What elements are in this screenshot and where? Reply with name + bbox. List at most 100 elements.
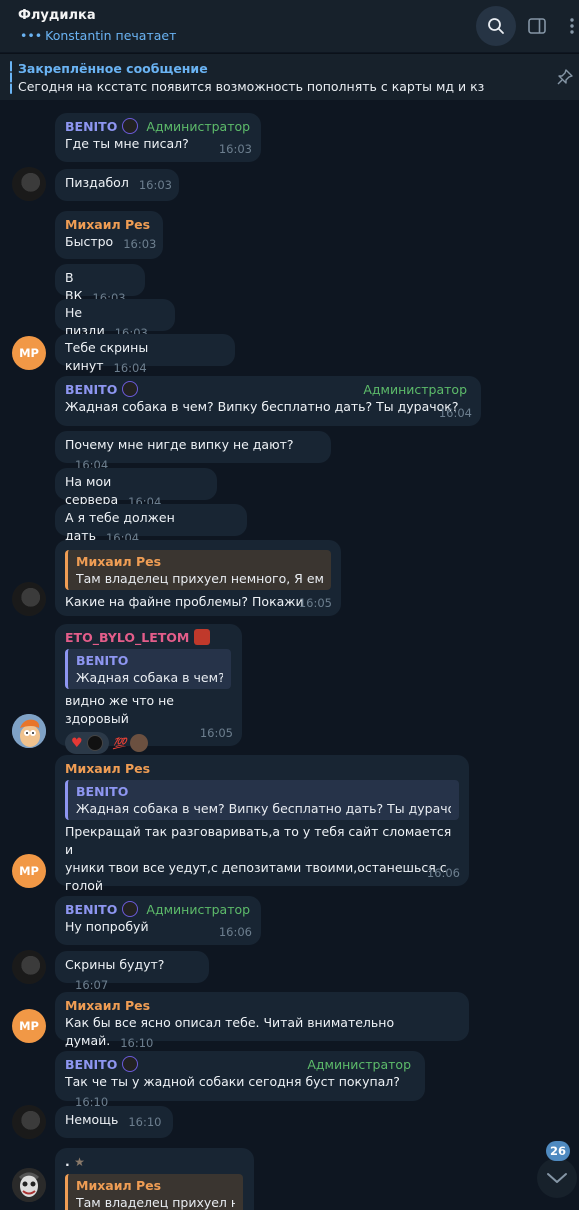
admin-badge: Администратор xyxy=(363,382,467,397)
sender-name: Михаил Pes xyxy=(65,761,151,776)
avatar[interactable] xyxy=(12,714,46,748)
message-text: Немощь 16:10 xyxy=(65,1111,163,1131)
message-text-line: уники твои все уедут,с депозитами твоими… xyxy=(65,860,447,893)
message-bubble[interactable]: Михаил Pes Быстро 16:03 xyxy=(55,211,163,259)
devil-emoji-icon xyxy=(193,629,210,645)
sender-avatar-emoji xyxy=(121,381,138,397)
message-text-content: Быстро xyxy=(65,234,114,249)
message-bubble[interactable]: Немощь 16:10 xyxy=(55,1106,173,1138)
avatar[interactable] xyxy=(12,1168,46,1202)
message-list[interactable]: BENITO Администратор Где ты мне писал? 1… xyxy=(0,100,579,1210)
message-bubble[interactable]: ETO_BYLO_LETOM BENITO Жадная собака в че… xyxy=(55,624,242,754)
sender-name: BENITO xyxy=(65,902,118,917)
avatar[interactable] xyxy=(12,950,46,984)
typing-indicator: ••• Konstantin печатает xyxy=(20,28,176,43)
search-icon xyxy=(488,18,504,34)
quote-sender: BENITO xyxy=(76,784,129,799)
reaction-pill[interactable]: ♥ xyxy=(65,732,109,754)
avatar[interactable]: МР xyxy=(12,1009,46,1043)
sender-avatar-emoji xyxy=(121,118,138,134)
hundred-icon[interactable]: 💯 xyxy=(113,737,127,750)
quote-sender: BENITO xyxy=(76,653,129,668)
reply-quote[interactable]: BENITO Жадная собака в чем? ... xyxy=(65,649,231,689)
message-bubble[interactable]: BENITO Администратор Ну попробуй 16:06 xyxy=(55,896,261,945)
message-bubble[interactable]: Михаил Pes Там владелец прихуел немного,… xyxy=(55,540,341,616)
avatar[interactable]: МР xyxy=(12,336,46,370)
pinned-title: Закреплённое сообщение xyxy=(18,61,208,76)
star-icon: ★ xyxy=(74,1155,85,1169)
message-text-content: На мои сервера xyxy=(65,474,119,507)
avatar[interactable] xyxy=(12,167,46,201)
sticker-reaction-icon[interactable] xyxy=(130,734,149,752)
message-text-content: Почему мне нигде випку не дают? xyxy=(65,437,294,452)
message-text-content: Пиздабол xyxy=(65,175,129,190)
sidebar-icon xyxy=(528,18,546,34)
message-time: 16:03 xyxy=(123,237,157,251)
sender-line: ETO_BYLO_LETOM xyxy=(65,629,232,646)
scroll-to-bottom-button[interactable] xyxy=(537,1158,577,1198)
message-bubble[interactable]: BENITO Администратор Так че ты у жадной … xyxy=(55,1051,425,1109)
message-text: Тебе скрины кинут 16:04 xyxy=(65,339,225,377)
avatar[interactable]: МР xyxy=(12,854,46,888)
message-bubble[interactable]: Михаил Pes BENITO Жадная собака в чем? В… xyxy=(55,755,469,911)
message-text: Пиздабол 16:03 xyxy=(65,174,172,194)
message-bubble[interactable]: На мои сервера 16:04 xyxy=(55,468,217,509)
more-menu-button[interactable] xyxy=(560,6,579,46)
message-bubble[interactable]: Тебе скрины кинут 16:04 xyxy=(55,334,235,375)
sender-avatar-emoji xyxy=(121,901,138,917)
reply-quote[interactable]: Михаил Pes Там владелец прихуел немного,… xyxy=(65,550,331,590)
message-time: 16:05 xyxy=(199,726,233,740)
message-time: 16:03 xyxy=(218,142,252,156)
avatar[interactable] xyxy=(12,1105,46,1139)
pin-icon[interactable] xyxy=(556,68,574,86)
sidebar-toggle-button[interactable] xyxy=(517,6,557,46)
message-time: 16:10 xyxy=(120,1036,154,1050)
message-bubble[interactable]: Не пизди 16:03 xyxy=(55,299,175,340)
message-bubble[interactable]: А я тебе должен дать 16:04 xyxy=(55,504,247,545)
joker-avatar-icon xyxy=(12,1168,46,1202)
heart-icon: ♥ xyxy=(71,735,83,751)
chat-header[interactable]: Флудилка ••• Konstantin печатает xyxy=(0,0,579,52)
sender-name: Михаил Pes xyxy=(65,217,151,232)
message-bubble[interactable]: . ★ Михаил Pes Там владелец прихуел н... xyxy=(55,1148,254,1210)
message-time: 16:10 xyxy=(128,1115,162,1129)
sender-line: BENITO Администратор xyxy=(65,901,251,918)
message-bubble[interactable]: В ВК 16:03 xyxy=(55,264,145,305)
typing-dots: ••• xyxy=(20,28,43,43)
message-text-content: Как бы все ясно описал тебе. Читай внима… xyxy=(65,1015,395,1048)
message-bubble[interactable]: BENITO Администратор Жадная собака в чем… xyxy=(55,376,481,426)
reply-quote[interactable]: Михаил Pes Там владелец прихуел н... xyxy=(65,1174,243,1210)
message-bubble[interactable]: Почему мне нигде випку не дают?16:04 xyxy=(55,431,331,472)
chevron-down-icon xyxy=(547,1173,567,1183)
message-bubble[interactable]: Скрины будут? 16:07 xyxy=(55,951,209,992)
quote-text: Жадная собака в чем? ... xyxy=(76,670,223,685)
quote-text: Жадная собака в чем? Випку бесплатно дат… xyxy=(76,801,451,816)
fry-avatar-icon xyxy=(12,714,46,748)
reaction-avatar xyxy=(86,735,103,751)
message-bubble[interactable]: Пиздабол 16:03 xyxy=(55,169,179,201)
message-bubble[interactable]: BENITO Администратор Где ты мне писал? 1… xyxy=(55,113,261,162)
message-text: видно же что не здоровый xyxy=(65,693,175,726)
avatar[interactable] xyxy=(12,582,46,616)
admin-badge: Администратор xyxy=(146,119,251,134)
message-bubble[interactable]: Михаил Pes Как бы все ясно описал тебе. … xyxy=(55,992,469,1050)
sender-name: Михаил Pes xyxy=(65,998,151,1013)
pinned-text: Сегодня на ксстатс появится возможность … xyxy=(18,79,485,94)
message-text: Жадная собака в чем? Випку бесплатно дат… xyxy=(65,399,459,414)
message-text: Какие на файне проблемы? Покажи xyxy=(65,594,304,609)
pinned-indicator xyxy=(10,61,12,94)
search-button[interactable] xyxy=(476,6,516,46)
sender-line: . ★ xyxy=(65,1153,244,1171)
quote-text: Там владелец прихуел н... xyxy=(76,1195,235,1210)
quote-text: Там владелец прихуел немного, Я ему... xyxy=(76,571,323,586)
message-text: Быстро 16:03 xyxy=(65,233,157,253)
message-time: 16:05 xyxy=(298,596,332,610)
message-text-content: Скрины будут? xyxy=(65,957,165,972)
message-text-content: Немощь xyxy=(65,1112,119,1127)
message-time: 16:07 xyxy=(75,978,109,992)
pinned-message-bar[interactable]: Закреплённое сообщение Сегодня на ксстат… xyxy=(0,53,579,100)
message-text-content: Так че ты у жадной собаки сегодня буст п… xyxy=(65,1074,400,1089)
message-text-line: Прекращай так разговаривать,а то у тебя … xyxy=(65,824,452,857)
reply-quote[interactable]: BENITO Жадная собака в чем? Випку беспла… xyxy=(65,780,459,820)
quote-sender: Михаил Pes xyxy=(76,1178,162,1193)
